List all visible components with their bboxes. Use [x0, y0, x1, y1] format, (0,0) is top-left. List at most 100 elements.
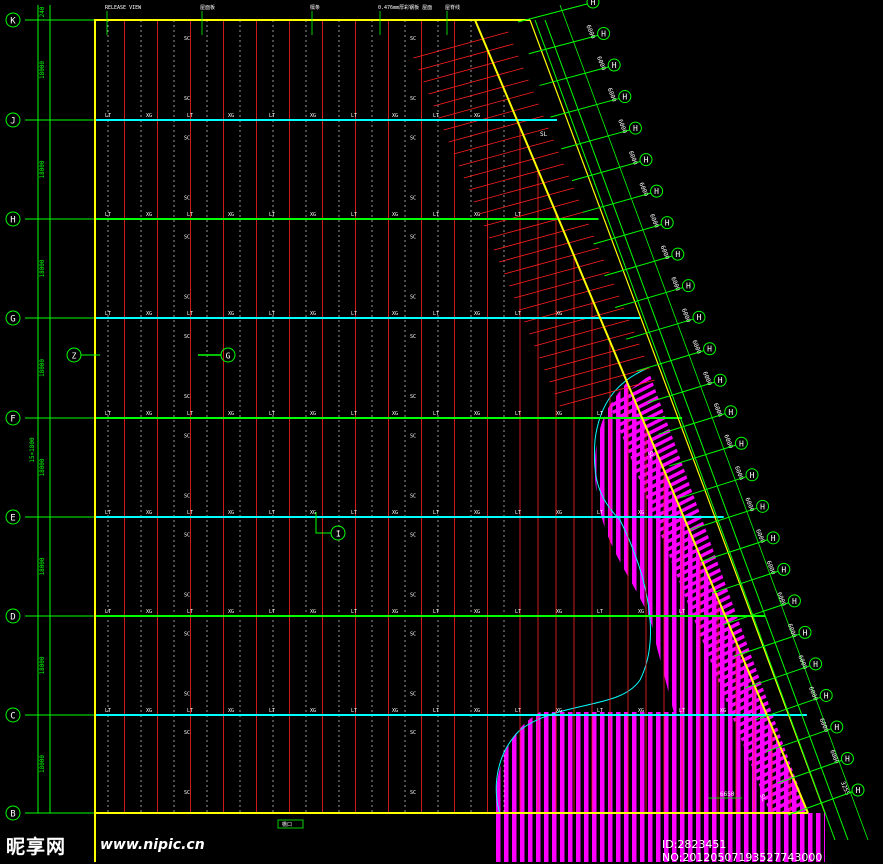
diag-bubble-label: H: [739, 439, 744, 448]
grid-label-C: C: [10, 712, 15, 722]
bay-tag: SC: [410, 692, 416, 698]
diag-bubble-label: H: [601, 30, 606, 39]
rafter-line-9: [458, 139, 554, 167]
row-tag: LT: [187, 609, 193, 615]
row-tag: LT: [187, 311, 193, 317]
rafter-line-10: [463, 151, 559, 179]
row-tag: XG: [392, 113, 398, 119]
bay-tag: SC: [410, 533, 416, 539]
diag-tick-line: [539, 66, 609, 86]
rafter-line-6: [443, 103, 539, 131]
row-tag: XG: [228, 411, 234, 417]
grid-label-B: B: [10, 810, 15, 820]
bay-tag: SC: [184, 36, 190, 42]
bay-tag: SC: [410, 96, 416, 102]
row-tag: LT: [515, 311, 521, 317]
bay-tag: SC: [184, 730, 190, 736]
row-tag: XG: [310, 510, 316, 516]
row-tag: XG: [310, 113, 316, 119]
row-tag: LT: [105, 609, 111, 615]
dim-row-spacing: 18000: [39, 160, 46, 178]
rafter-line-16: [493, 223, 590, 251]
row-tag: LT: [269, 113, 275, 119]
dim-total: 15×1800: [29, 437, 36, 463]
dim-row-spacing: 18000: [39, 61, 46, 79]
row-tag: LT: [515, 212, 521, 218]
grid-label-G: G: [10, 315, 15, 325]
row-tag: XG: [392, 708, 398, 714]
top-note: RELEASE VIEW: [105, 5, 142, 11]
diag-bubble-label: H: [612, 61, 617, 70]
grid-label-D: D: [10, 613, 15, 623]
diag-bubble-label: H: [760, 502, 765, 511]
dim-row-spacing: 18000: [39, 259, 46, 277]
bay-tag: SC: [410, 434, 416, 440]
row-tag: XG: [474, 212, 480, 218]
rafter-line-24: [534, 319, 630, 347]
diag-bubble-label: H: [697, 313, 702, 322]
callout-left-label: Z: [72, 352, 77, 361]
diag-bubble-label: H: [665, 219, 670, 228]
diag-tick-line: [593, 224, 662, 245]
row-tag: LT: [351, 113, 357, 119]
bay-tag: SC: [410, 632, 416, 638]
bottom-note: 檐口: [282, 821, 292, 828]
rafter-line-18: [503, 247, 600, 275]
row-tag: XG: [474, 113, 480, 119]
row-tag: XG: [556, 708, 562, 714]
rafter-line-5: [438, 91, 534, 119]
row-tag: LT: [351, 708, 357, 714]
row-tag: XG: [392, 411, 398, 417]
top-note: 0.476mm厚彩钢板 屋面: [378, 4, 432, 11]
row-tag: XG: [228, 609, 234, 615]
row-tag: XG: [146, 411, 152, 417]
row-tag: XG: [146, 708, 152, 714]
row-tag: LT: [269, 212, 275, 218]
rafter-line-2: [423, 55, 519, 83]
bay-tag: SC: [184, 334, 190, 340]
row-tag: LT: [105, 311, 111, 317]
diag-bubble-label: H: [728, 408, 733, 417]
diag-bubble-label: H: [707, 345, 712, 354]
row-tag: LT: [269, 708, 275, 714]
row-tag: LT: [597, 510, 603, 516]
row-tag: LT: [105, 212, 111, 218]
rafter-line-21: [519, 283, 615, 311]
row-tag: LT: [269, 609, 275, 615]
bay-tag: SC: [410, 494, 416, 500]
row-tag: LT: [597, 411, 603, 417]
row-tag: XG: [556, 411, 562, 417]
row-tag: XG: [556, 311, 562, 317]
row-tag: LT: [679, 708, 685, 714]
bay-tag: SC: [410, 334, 416, 340]
diag-tick-line: [615, 287, 683, 308]
row-tag: XG: [310, 212, 316, 218]
diag-bubble-label: H: [686, 282, 691, 291]
row-tag: LT: [105, 708, 111, 714]
bay-tag: SC: [410, 235, 416, 241]
dim-top: 240: [39, 6, 46, 17]
watermark-logo: 昵享网: [6, 836, 67, 858]
row-tag: LT: [351, 510, 357, 516]
rafter-line-1: [418, 43, 514, 71]
dim-row-spacing: 18000: [39, 755, 46, 773]
row-tag: XG: [474, 708, 480, 714]
row-tag: XG: [228, 708, 234, 714]
diag-bubble-label: H: [781, 565, 786, 574]
diag-bubble-label: H: [654, 187, 659, 196]
row-tag: LT: [515, 510, 521, 516]
diag-bubble-label: H: [750, 471, 755, 480]
row-tag: XG: [228, 510, 234, 516]
callout-center-label: 1: [336, 530, 341, 539]
row-tag: XG: [392, 510, 398, 516]
bay-tag: SC: [410, 295, 416, 301]
diag-bubble-label: H: [644, 156, 649, 165]
row-tag: XG: [310, 708, 316, 714]
row-tag: LT: [105, 510, 111, 516]
diag-tick-line: [571, 161, 641, 182]
bay-tag: SC: [410, 593, 416, 599]
row-tag: XG: [310, 609, 316, 615]
rafter-line-13: [478, 187, 575, 215]
row-tag: XG: [228, 113, 234, 119]
bay-tag: SC: [184, 136, 190, 142]
